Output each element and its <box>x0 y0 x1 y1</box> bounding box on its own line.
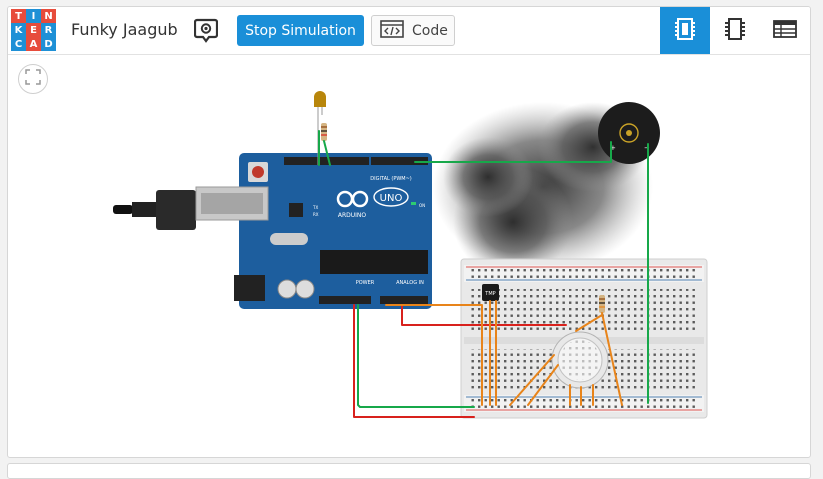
chip-icon <box>724 17 746 45</box>
code-button[interactable]: Code <box>371 15 455 46</box>
project-title[interactable]: Funky Jaagub <box>71 20 178 39</box>
table-view-button[interactable] <box>760 7 810 54</box>
code-button-label: Code <box>412 22 448 39</box>
board-brand-label: ARDUINO <box>338 212 367 219</box>
component-list-view-button[interactable] <box>710 7 760 54</box>
circuit-canvas[interactable]: UNO ARDUINO DIGITAL (PWM~) POWER ANALOG … <box>8 55 810 457</box>
logo-tile: R <box>41 23 56 37</box>
breadboard-icon <box>674 17 696 45</box>
temperature-sensor[interactable]: TMP <box>482 284 499 301</box>
rx-label: RX <box>313 212 319 217</box>
arduino-uno-board[interactable]: UNO ARDUINO DIGITAL (PWM~) POWER ANALOG … <box>234 153 432 309</box>
logo-tile: C <box>11 37 26 51</box>
code-icon <box>380 19 404 42</box>
on-label: ON <box>419 203 425 208</box>
logo-tile: I <box>26 9 41 23</box>
analog-header-label: ANALOG IN <box>396 280 424 286</box>
digital-header-label: DIGITAL (PWM~) <box>370 176 412 182</box>
logo-tile: K <box>11 23 26 37</box>
list-table-icon <box>773 19 797 42</box>
breadboard-resistor[interactable] <box>599 295 605 313</box>
schematic-view-button[interactable] <box>660 7 710 54</box>
tx-label: TX <box>312 205 318 210</box>
power-header-label: POWER <box>356 280 375 286</box>
comment-icon[interactable] <box>193 17 219 45</box>
bottom-panel <box>7 463 811 479</box>
tinkercad-logo[interactable]: TIN KER CAD <box>11 9 56 52</box>
piezo-buzzer[interactable]: + − <box>598 102 660 164</box>
stop-simulation-button[interactable]: Stop Simulation <box>237 15 364 46</box>
logo-tile: N <box>41 9 56 23</box>
logo-tile: D <box>41 37 56 51</box>
logo-tile: T <box>11 9 26 23</box>
app-window: TIN KER CAD Funky Jaagub Stop Simulation C… <box>7 6 811 458</box>
gas-sensor[interactable] <box>551 331 609 389</box>
sensor-label: TMP <box>484 291 495 297</box>
board-model-label: UNO <box>380 193 403 204</box>
top-toolbar: TIN KER CAD Funky Jaagub Stop Simulation C… <box>8 7 810 55</box>
logo-tile: A <box>26 37 41 51</box>
logo-tile: E <box>26 23 41 37</box>
resistor[interactable] <box>321 123 327 141</box>
